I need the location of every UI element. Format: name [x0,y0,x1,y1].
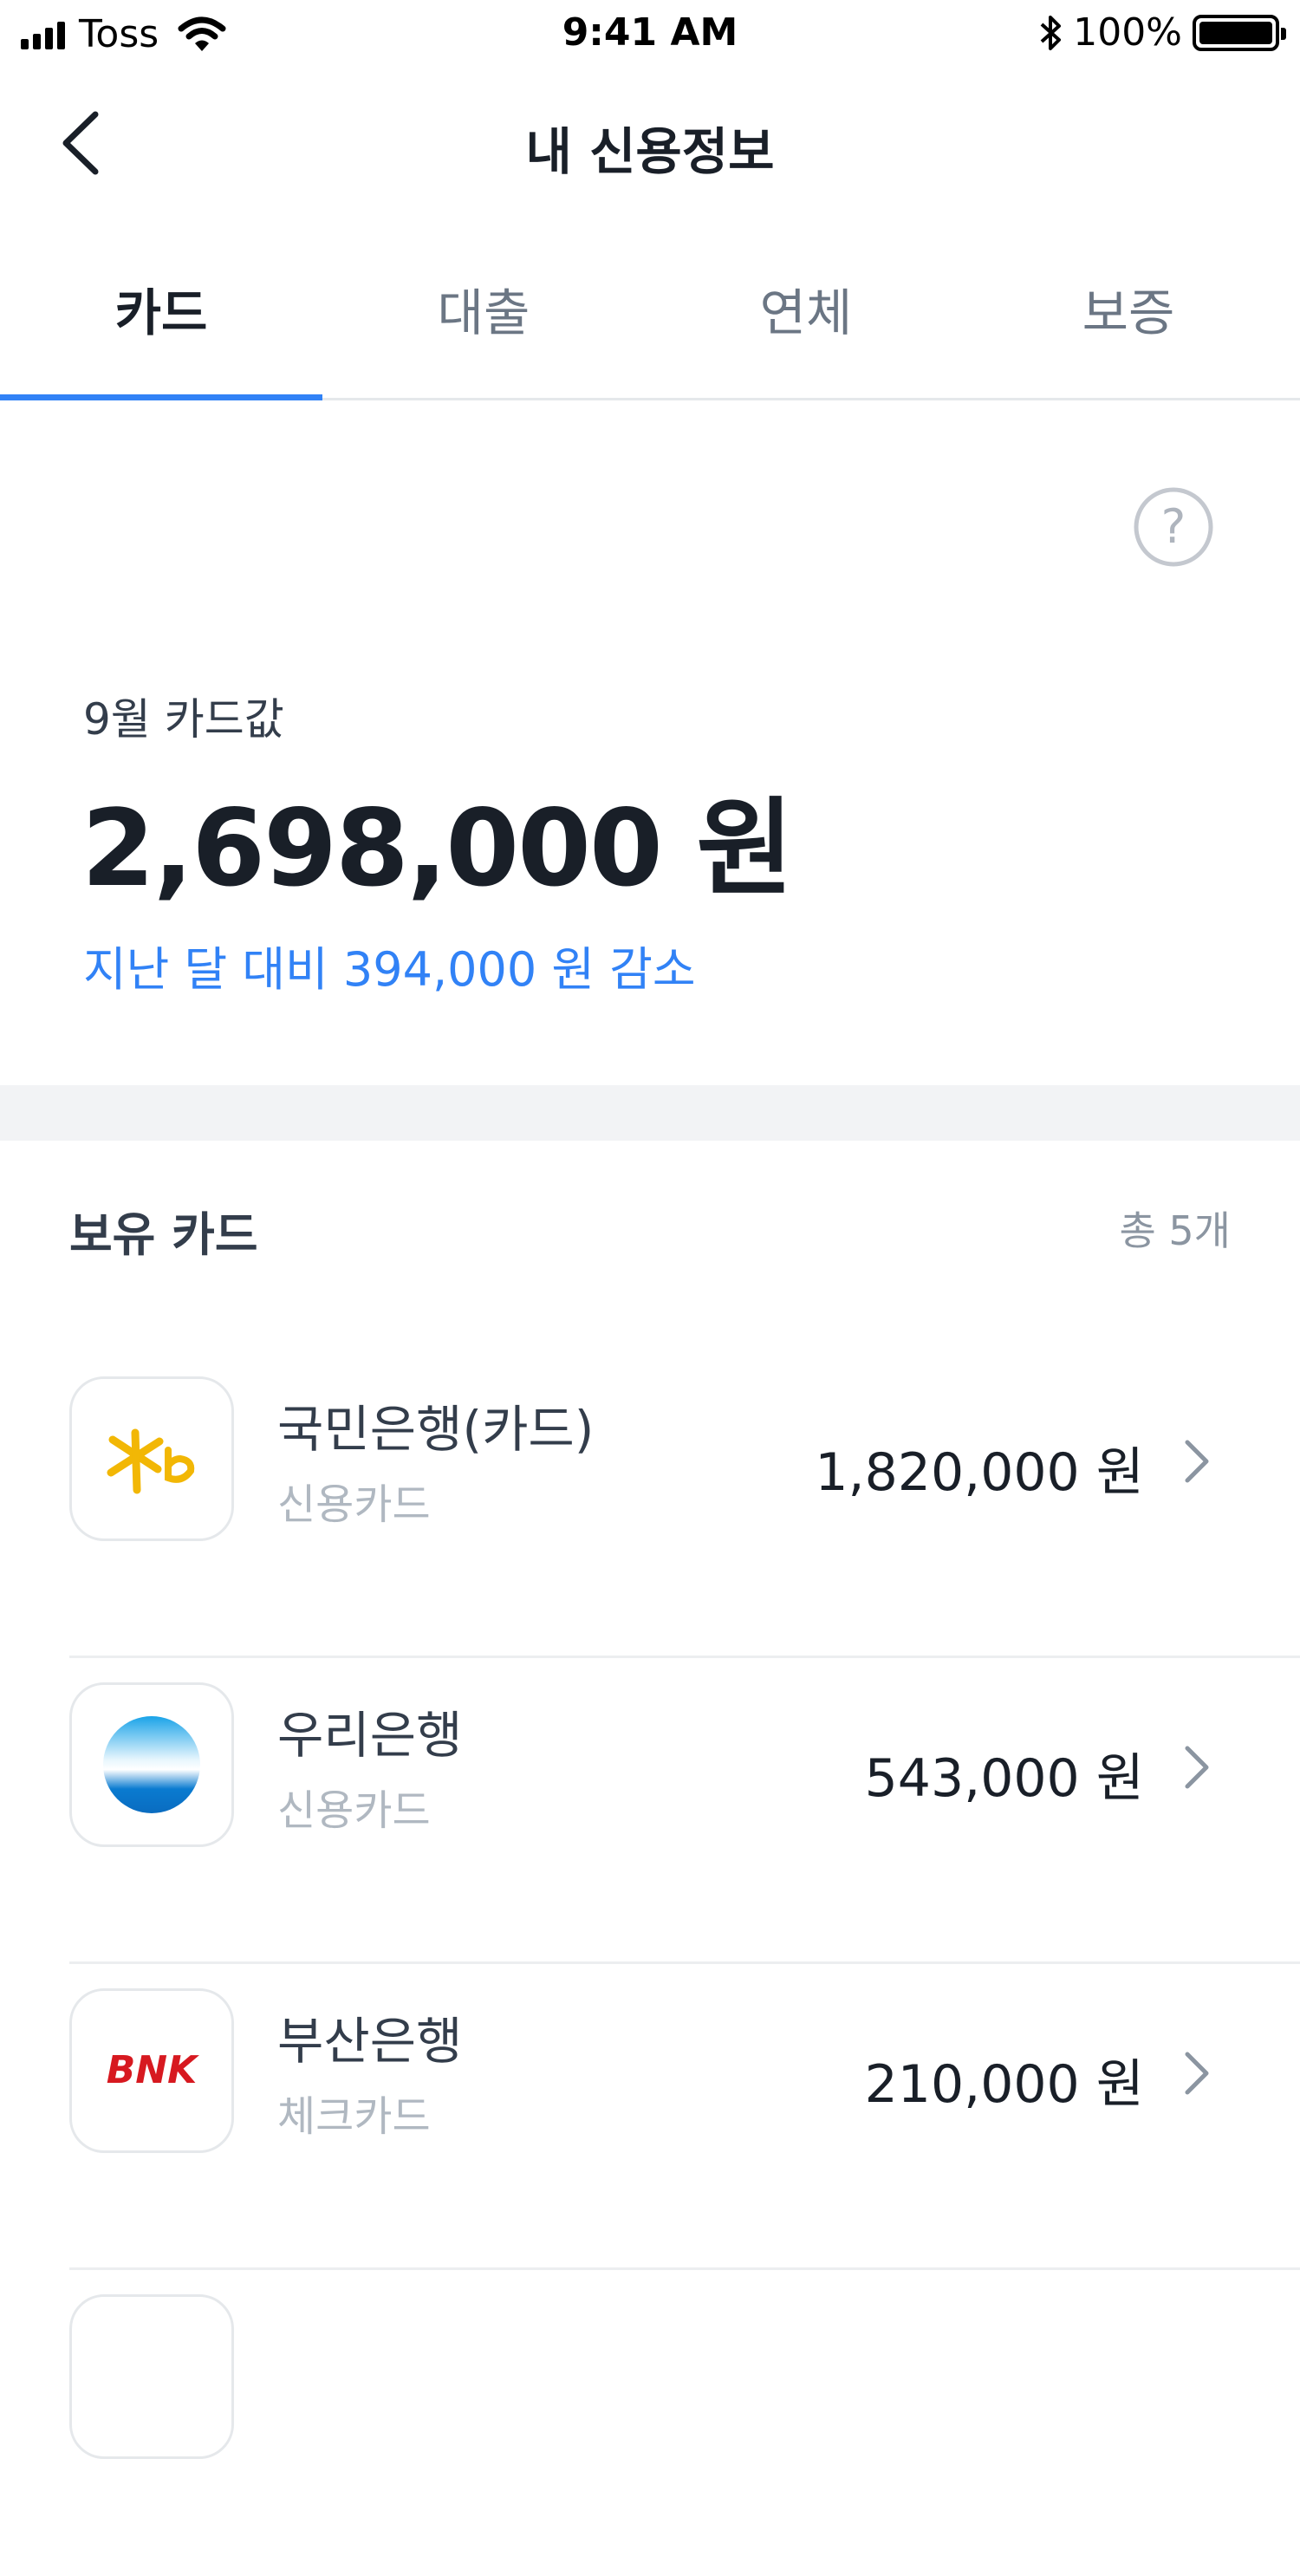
question-circle-icon: ? [1134,487,1213,567]
page-title: 내 신용정보 [525,122,775,181]
card-amount: 543,000 원 [864,1748,1144,1809]
battery-icon [1193,14,1286,51]
card-list: 국민은행(카드) 신용카드 1,820,000 원 우리은행 신용카드 543,… [0,1352,1300,2576]
card-amount: 1,820,000 원 [815,1442,1144,1503]
card-row-bnk[interactable]: BNK 부산은행 체크카드 210,000 원 [0,1964,1300,2270]
total-amount: 2,698,000 원 [81,787,794,910]
kb-logo-icon [69,1376,234,1541]
card-logo-icon [69,2294,234,2459]
bnk-logo-icon: BNK [69,1988,234,2153]
chevron-right-icon [1185,1746,1209,1789]
chevron-right-icon [1185,1440,1209,1483]
card-name: 우리은행 [277,1706,463,1765]
section-title: 보유 카드 [69,1207,258,1262]
card-type: 체크카드 [277,2092,431,2141]
card-type: 신용카드 [277,1786,431,1835]
svg-text:BNK: BNK [107,2048,199,2092]
chevron-right-icon [1185,2052,1209,2095]
tab-bar: 카드 대출 연체 보증 [0,251,1300,400]
change-text: 지난 달 대비 394,000 원 감소 [83,942,696,997]
tab-loan[interactable]: 대출 [322,251,645,398]
card-row-woori[interactable]: 우리은행 신용카드 543,000 원 [0,1658,1300,1964]
card-amount: 210,000 원 [864,2054,1144,2115]
tab-overdue[interactable]: 연체 [645,251,967,398]
month-label: 9월 카드값 [83,694,284,745]
status-right: 100% [1038,10,1286,55]
battery-percent: 100% [1073,10,1182,55]
card-count: 총 5개 [1119,1207,1231,1254]
section-divider [0,1085,1300,1141]
tab-guarantee[interactable]: 보증 [967,251,1290,398]
card-row-partial[interactable] [0,2270,1300,2576]
svg-text:?: ? [1161,499,1186,554]
woori-logo-icon [69,1682,234,1847]
card-type: 신용카드 [277,1480,431,1529]
card-name: 국민은행(카드) [277,1400,595,1459]
card-name: 부산은행 [277,2012,463,2071]
help-button[interactable]: ? [1132,485,1215,569]
bluetooth-icon [1040,15,1062,50]
status-bar: Toss 9:41 AM 100% [0,0,1300,69]
card-row-kb[interactable]: 국민은행(카드) 신용카드 1,820,000 원 [0,1352,1300,1658]
tab-card[interactable]: 카드 [0,251,322,400]
nav-header: 내 신용정보 [0,78,1300,208]
